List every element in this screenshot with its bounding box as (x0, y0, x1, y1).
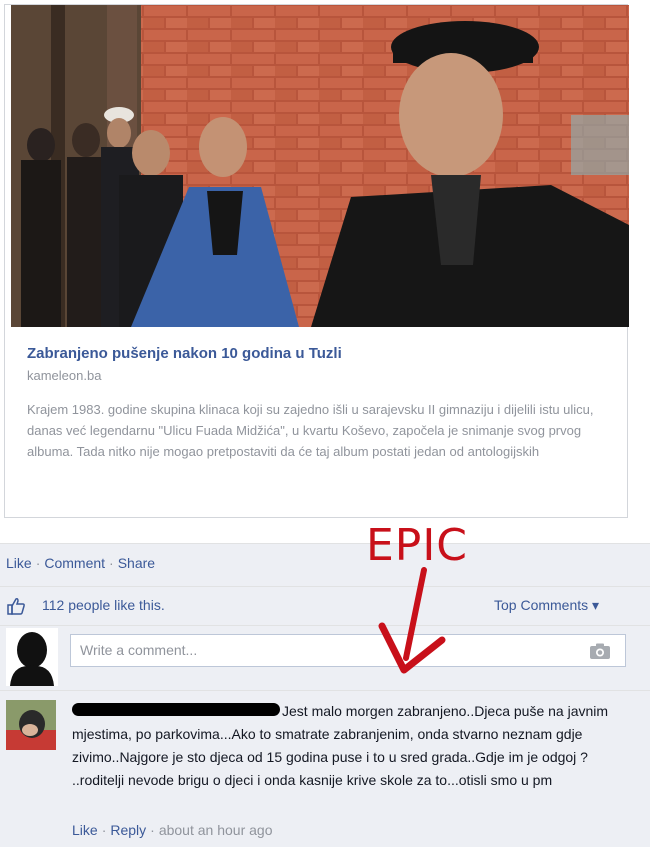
link-domain: kameleon.ba (27, 368, 102, 383)
like-link[interactable]: Like (6, 555, 32, 571)
link-preview-card[interactable]: Zabranjeno pušenje nakon 10 godina u Tuz… (4, 4, 629, 518)
comment-input[interactable]: Write a comment... (70, 634, 626, 667)
photo-illustration (11, 5, 629, 327)
thumbs-up-icon (6, 596, 26, 621)
likes-summary-row: 112 people like this. Top Comments ▾ (0, 586, 650, 625)
band-photo (11, 5, 629, 327)
commenter-avatar (6, 700, 56, 750)
comment-text: Jest malo morgen zabranjeno..Djeca puše … (72, 703, 609, 788)
comment-timestamp[interactable]: about an hour ago (159, 822, 273, 838)
comment-like-link[interactable]: Like (72, 822, 98, 838)
avatar (6, 628, 58, 686)
comment-link[interactable]: Comment (44, 555, 105, 571)
write-comment-row: Write a comment... (0, 625, 650, 690)
comment-reply-link[interactable]: Reply (110, 822, 146, 838)
epic-annotation: EPIC (366, 520, 469, 571)
camera-icon[interactable] (589, 643, 611, 665)
comment-input-placeholder: Write a comment... (80, 642, 198, 658)
link-description: Krajem 1983. godine skupina klinaca koji… (27, 402, 594, 459)
link-title[interactable]: Zabranjeno pušenje nakon 10 godina u Tuz… (27, 345, 617, 362)
separator: · (35, 555, 41, 571)
share-link[interactable]: Share (118, 555, 155, 571)
arrow-down-icon (378, 567, 446, 674)
separator: · (101, 822, 107, 838)
comment: Jest malo morgen zabranjeno..Djeca puše … (0, 690, 650, 847)
likes-count[interactable]: 112 people like this. (42, 597, 165, 613)
separator: · (150, 822, 155, 838)
separator: · (109, 555, 114, 571)
post-actions-bar: Like · Comment · Share (0, 543, 650, 586)
top-comments-dropdown[interactable]: Top Comments ▾ (494, 597, 599, 614)
